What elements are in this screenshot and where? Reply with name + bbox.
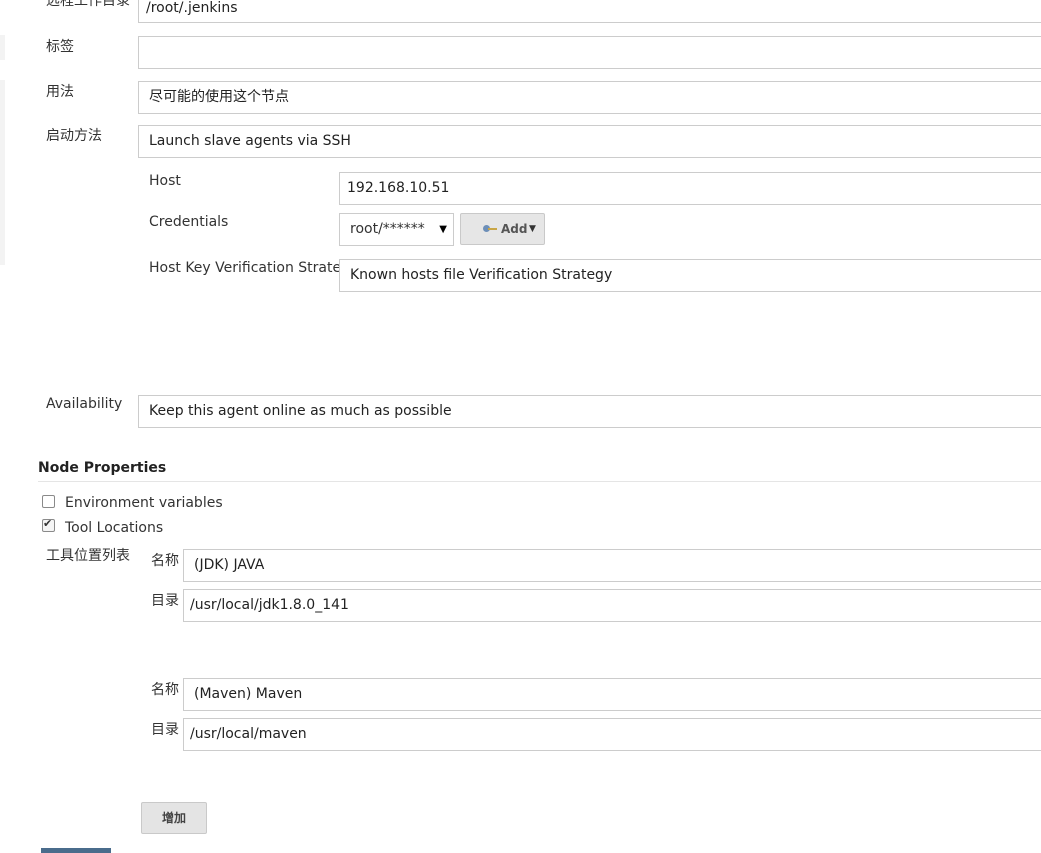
availability-label: Availability bbox=[46, 396, 123, 412]
env-vars-checkbox[interactable] bbox=[42, 495, 55, 508]
dropdown-arrow-icon: ▼ bbox=[439, 224, 447, 235]
availability-select[interactable]: Keep this agent online as much as possib… bbox=[138, 395, 1041, 428]
tool-locations-checkbox[interactable] bbox=[42, 517, 55, 532]
tool-dir-input[interactable]: /usr/local/maven bbox=[183, 718, 1041, 751]
credentials-select[interactable]: root/****** ▼ bbox=[339, 213, 454, 246]
credentials-label: Credentials bbox=[149, 214, 229, 230]
sidebar-edge bbox=[0, 80, 5, 265]
tool-name-select[interactable]: (Maven) Maven bbox=[183, 678, 1041, 711]
tool-dir-label: 目录 bbox=[151, 593, 179, 609]
usage-label: 用法 bbox=[46, 84, 74, 100]
key-icon bbox=[483, 225, 497, 233]
sidebar-edge bbox=[0, 35, 5, 60]
env-vars-label[interactable]: Environment variables bbox=[65, 495, 223, 511]
host-key-select[interactable]: Known hosts file Verification Strategy bbox=[339, 259, 1041, 292]
tool-list-label: 工具位置列表 bbox=[46, 548, 130, 564]
host-input[interactable]: 192.168.10.51 bbox=[339, 172, 1041, 205]
chevron-down-icon: ▼ bbox=[529, 224, 536, 234]
node-properties-title: Node Properties bbox=[38, 460, 167, 476]
tool-name-select[interactable]: (JDK) JAVA bbox=[183, 549, 1041, 582]
labels-label: 标签 bbox=[46, 39, 74, 55]
tool-dir-label: 目录 bbox=[151, 722, 179, 738]
usage-select[interactable]: 尽可能的使用这个节点 bbox=[138, 81, 1041, 114]
tool-dir-input[interactable]: /usr/local/jdk1.8.0_141 bbox=[183, 589, 1041, 622]
host-label: Host bbox=[149, 173, 181, 189]
section-divider bbox=[38, 481, 1041, 482]
tool-locations-label[interactable]: Tool Locations bbox=[65, 520, 163, 536]
tool-name-label: 名称 bbox=[151, 682, 179, 698]
add-credentials-label: Add bbox=[501, 222, 528, 236]
add-credentials-button[interactable]: Add ▼ bbox=[460, 213, 545, 245]
launch-method-label: 启动方法 bbox=[46, 128, 102, 144]
host-key-label: Host Key Verification Strategy bbox=[149, 260, 359, 276]
credentials-value: root/****** bbox=[350, 221, 425, 237]
remote-root-input[interactable]: /root/.jenkins bbox=[138, 0, 1041, 23]
tool-name-label: 名称 bbox=[151, 553, 179, 569]
labels-input[interactable] bbox=[138, 36, 1041, 69]
add-tool-button[interactable]: 增加 bbox=[141, 802, 207, 834]
save-button[interactable] bbox=[41, 848, 111, 853]
launch-method-select[interactable]: Launch slave agents via SSH bbox=[138, 125, 1041, 158]
remote-root-label: 远程工作目录 bbox=[46, 0, 130, 9]
